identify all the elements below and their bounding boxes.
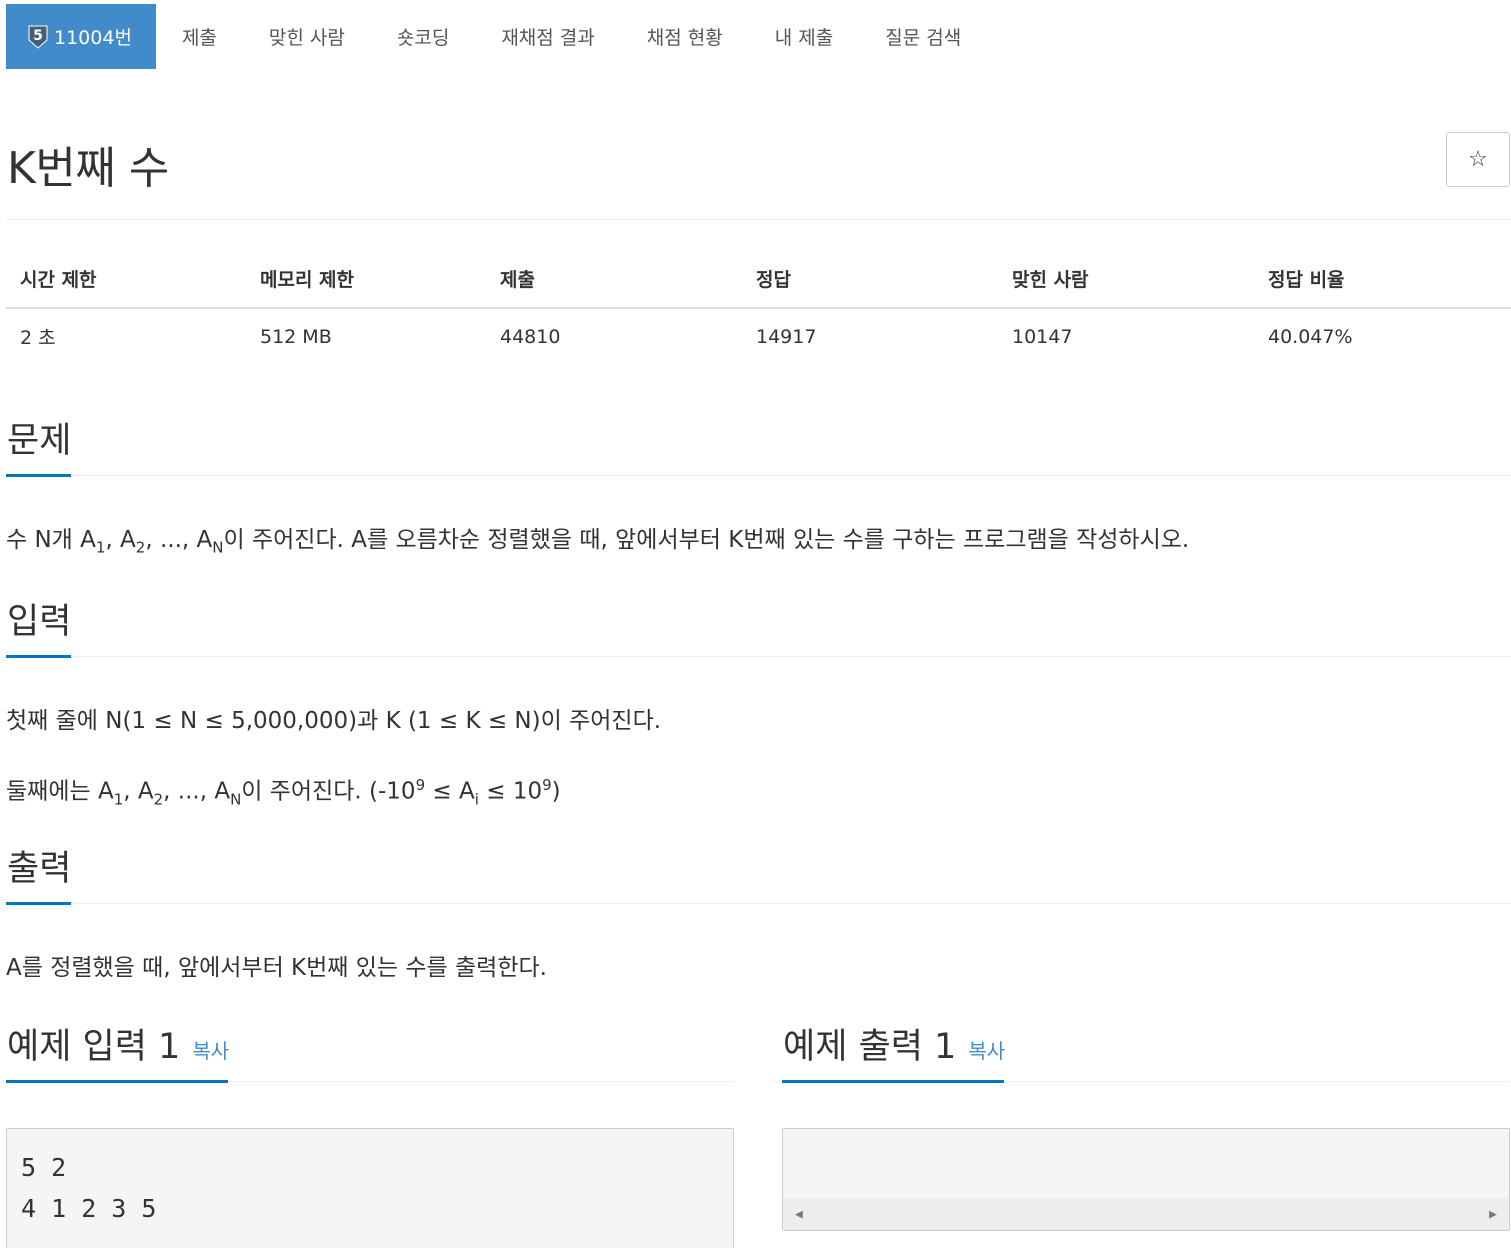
accept-ratio-value: 40.047% <box>1268 325 1353 348</box>
nav-tab-status[interactable]: 채점 현황 <box>621 4 749 69</box>
nav-tab-question-search[interactable]: 질문 검색 <box>859 4 987 69</box>
title-divider <box>6 219 1511 220</box>
copy-input-button[interactable]: 복사 <box>192 1039 229 1063</box>
output-text: A를 정렬했을 때, 앞에서부터 K번째 있는 수를 출력한다. <box>6 955 547 981</box>
input-heading: 입력 <box>7 602 72 642</box>
time-limit-value: 2 초 <box>20 327 56 349</box>
example-output-section: 예제 출력 1복사 2 ◀ ▶ <box>782 1022 1510 1231</box>
favorite-star-button[interactable]: ☆ <box>1446 132 1510 187</box>
header-submissions: 제출 <box>486 250 742 309</box>
example-input-section: 예제 입력 1 복사 5 2 4 1 2 3 5 <box>6 1022 734 1248</box>
example-input-box[interactable]: 5 2 4 1 2 3 5 <box>6 1128 734 1248</box>
input-line-1: 첫째 줄에 N(1 ≤ N ≤ 5,000,000)과 K (1 ≤ K ≤ N… <box>6 708 662 734</box>
problem-id: 11004번 <box>54 27 132 49</box>
problem-section: 문제 수 N개 A1, A2, ..., AN이 주어진다. A를 오름차순 정… <box>6 416 1511 594</box>
problem-description: 수 N개 A1, A2, ..., AN이 주어진다. A를 오름차순 정렬했을… <box>6 476 1511 566</box>
example-input-content: 5 2 4 1 2 3 5 <box>21 1153 157 1223</box>
heading-underline <box>6 474 71 477</box>
problem-info-table: 시간 제한 메모리 제한 제출 정답 맞힌 사람 정답 비율 2 초 512 M… <box>6 250 1511 364</box>
header-memory-limit: 메모리 제한 <box>246 250 486 309</box>
star-icon: ☆ <box>1468 147 1488 172</box>
header-time-limit: 시간 제한 <box>6 250 246 309</box>
problem-nav: 5 11004번 제출 맞힌 사람 숏코딩 재채점 결과 채점 현황 내 제출 … <box>6 4 987 69</box>
scroll-left-icon[interactable]: ◀ <box>795 1194 803 1235</box>
problem-text: 수 N개 A1, A2, ..., AN이 주어진다. A를 오름차순 정렬했을… <box>6 527 1190 557</box>
nav-tab-problem[interactable]: 5 11004번 <box>6 4 156 69</box>
problem-title: K번째 수 <box>7 143 169 194</box>
nav-tab-short-coding[interactable]: 숏코딩 <box>371 4 475 69</box>
info-value-row: 2 초 512 MB 44810 14917 10147 40.047% <box>6 308 1511 364</box>
heading-underline <box>6 902 71 905</box>
heading-underline <box>6 1080 228 1083</box>
problem-section-header: 문제 <box>6 416 1511 477</box>
input-description: 첫째 줄에 N(1 ≤ N ≤ 5,000,000)과 K (1 ≤ K ≤ N… <box>6 657 1511 817</box>
copy-output-button[interactable]: 복사 <box>968 1039 1005 1063</box>
input-line-2: 둘째에는 A1, A2, ..., AN이 주어진다. (-109 ≤ Ai ≤… <box>6 776 561 809</box>
scroll-right-icon[interactable]: ▶ <box>1489 1194 1497 1235</box>
heading-underline <box>782 1080 1004 1083</box>
output-description: A를 정렬했을 때, 앞에서부터 K번째 있는 수를 출력한다. <box>6 904 1511 986</box>
problem-heading: 문제 <box>7 421 72 461</box>
accepted-users-value: 10147 <box>1012 325 1073 348</box>
header-accepted: 정답 <box>742 250 998 309</box>
info-header-row: 시간 제한 메모리 제한 제출 정답 맞힌 사람 정답 비율 <box>6 250 1511 309</box>
submissions-value: 44810 <box>500 325 561 348</box>
tier-badge-icon: 5 <box>28 25 48 49</box>
header-accepted-users: 맞힌 사람 <box>998 250 1254 309</box>
header-accept-ratio: 정답 비율 <box>1254 250 1511 309</box>
memory-limit-value: 512 MB <box>260 325 332 348</box>
example-input-heading: 예제 입력 1 복사 <box>7 1027 230 1067</box>
example-input-header: 예제 입력 1 복사 <box>6 1022 734 1083</box>
input-section: 입력 첫째 줄에 N(1 ≤ N ≤ 5,000,000)과 K (1 ≤ K … <box>6 597 1511 845</box>
nav-tab-submit[interactable]: 제출 <box>156 4 243 69</box>
input-section-header: 입력 <box>6 597 1511 658</box>
output-heading: 출력 <box>7 849 72 889</box>
horizontal-scrollbar[interactable]: ◀ ▶ <box>783 1198 1509 1230</box>
nav-tab-my-submissions[interactable]: 내 제출 <box>749 4 859 69</box>
nav-tab-rejudge-results[interactable]: 재채점 결과 <box>475 4 620 69</box>
example-output-heading: 예제 출력 1 복사 <box>783 1027 1006 1067</box>
nav-tab-accepted-users[interactable]: 맞힌 사람 <box>243 4 371 69</box>
output-section: 출력 A를 정렬했을 때, 앞에서부터 K번째 있는 수를 출력한다. <box>6 844 1511 1014</box>
output-section-header: 출력 <box>6 844 1511 905</box>
example-output-header: 예제 출력 1 복사 <box>782 1022 1510 1083</box>
example-output-box[interactable]: 2 ◀ ▶ <box>782 1128 1510 1231</box>
heading-underline <box>6 655 71 658</box>
accepted-value: 14917 <box>756 325 817 348</box>
